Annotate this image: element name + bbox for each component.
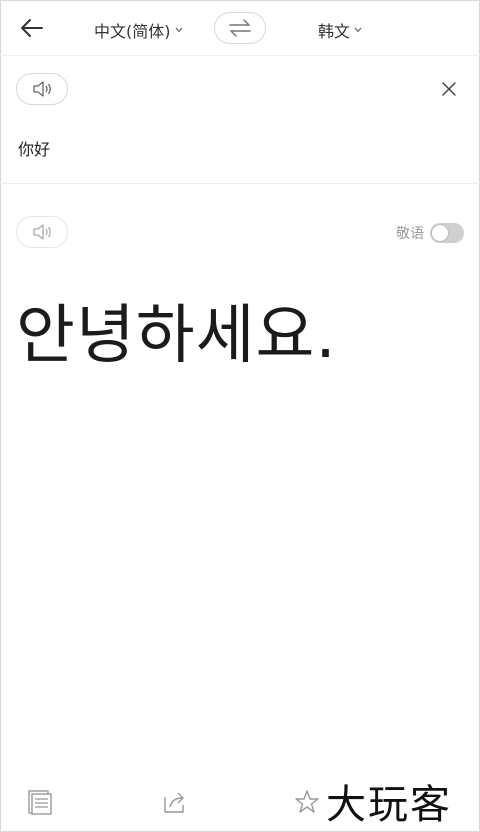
result-speak-button[interactable]: [16, 216, 68, 248]
source-text[interactable]: 你好: [18, 136, 50, 160]
chevron-down-icon: [354, 27, 362, 33]
swap-arrows-icon: [229, 19, 251, 37]
star-icon[interactable]: [293, 788, 321, 816]
watermark-text: 大玩客: [326, 782, 452, 828]
source-language-label: 中文(简体): [94, 22, 171, 41]
chevron-down-icon: [175, 27, 182, 33]
speaker-icon: [33, 81, 51, 97]
source-speak-button[interactable]: [16, 73, 68, 105]
target-language-selector[interactable]: 韩文: [318, 18, 362, 42]
honorific-label: 敬语: [396, 226, 424, 242]
honorific-toggle[interactable]: [430, 223, 464, 243]
toggle-knob: [431, 224, 449, 242]
swap-languages-button[interactable]: [214, 12, 266, 44]
honorific-control: 敬语: [396, 223, 464, 243]
source-language-selector[interactable]: 中文(简体): [94, 18, 183, 42]
translation-result: 안녕하세요.: [16, 299, 337, 373]
copy-icon[interactable]: [26, 788, 54, 816]
close-icon[interactable]: [440, 80, 458, 98]
speaker-icon: [33, 224, 51, 240]
back-arrow-icon[interactable]: [18, 14, 46, 42]
target-language-label: 韩文: [318, 22, 351, 41]
share-icon[interactable]: [160, 788, 188, 816]
top-bar: 中文(简体) 韩文: [0, 0, 480, 56]
source-panel: 你好: [0, 56, 480, 184]
